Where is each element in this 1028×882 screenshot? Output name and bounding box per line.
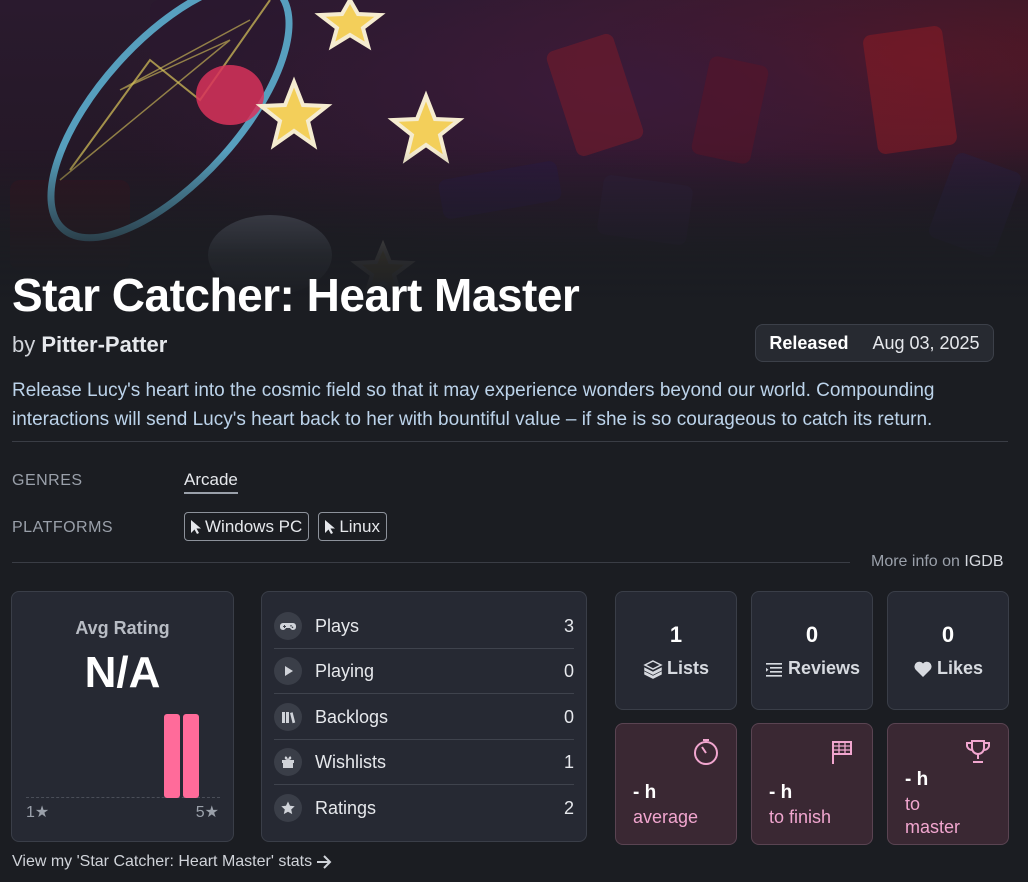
stat-label: Ratings <box>315 797 377 818</box>
genres-label: GENRES <box>12 472 83 489</box>
platform-label: Linux <box>339 516 380 536</box>
gift-icon <box>274 748 302 776</box>
trophy-icon <box>966 740 990 763</box>
stat-label: Playing <box>315 660 375 681</box>
time-average-value: - h <box>633 782 657 803</box>
stat-label: Backlogs <box>315 706 389 727</box>
developer-byline: by Pitter-Patter <box>12 332 167 358</box>
platform-tag-linux[interactable]: Linux <box>318 512 387 541</box>
time-master-label: to master <box>905 794 961 837</box>
avg-rating-value: N/A <box>84 648 161 697</box>
view-stats-text: View my 'Star Catcher: Heart Master' sta… <box>12 853 313 870</box>
igdb-link[interactable]: IGDB <box>964 553 1003 570</box>
flag-icon <box>832 741 852 764</box>
reviews-label: Reviews <box>787 658 861 678</box>
time-finish-value: - h <box>769 782 793 803</box>
lists-count-card[interactable]: 1 Lists <box>615 591 737 710</box>
platforms-label: PLATFORMS <box>12 519 114 536</box>
avg-rating-card: Avg Rating N/A 1★ 5★ <box>11 591 234 842</box>
likes-count: 0 <box>941 622 955 647</box>
time-average-label: average <box>633 807 699 827</box>
more-info-prefix: More info on <box>871 553 960 570</box>
time-master-value: - h <box>905 769 929 790</box>
stat-value: 2 <box>563 797 574 818</box>
star-icon <box>274 794 302 822</box>
rating-max-label: 5★ <box>195 804 219 821</box>
stat-value: 1 <box>563 751 574 772</box>
reviews-count-card[interactable]: 0 Reviews <box>751 591 873 710</box>
stopwatch-icon <box>694 739 718 765</box>
lists-label: Lists <box>666 658 709 678</box>
cursor-icon <box>191 519 201 534</box>
by-label: by <box>12 332 36 357</box>
stat-label: Plays <box>315 615 360 636</box>
heart-icon <box>914 661 932 677</box>
platform-tag-windows-pc[interactable]: Windows PC <box>184 512 310 541</box>
arrow-right-icon <box>317 855 332 869</box>
time-finish-card: - h to finish <box>751 723 873 845</box>
list-lines-icon <box>765 662 782 677</box>
genre-link-arcade[interactable]: Arcade <box>184 470 238 494</box>
hero-banner-image <box>0 0 1028 300</box>
platform-list: Windows PC Linux <box>184 512 387 541</box>
released-label: Released <box>769 332 849 353</box>
divider <box>12 441 1008 442</box>
books-icon <box>274 703 302 731</box>
rating-histogram <box>26 698 220 798</box>
reviews-label-row: Reviews <box>752 658 872 679</box>
stat-label: Wishlists <box>315 751 386 772</box>
rating-bar <box>182 714 199 798</box>
stat-value: 3 <box>563 615 574 636</box>
rating-min-label: 1★ <box>26 804 50 821</box>
rating-bar <box>163 714 180 798</box>
layers-icon <box>643 659 663 679</box>
likes-label: Likes <box>936 658 984 678</box>
likes-label-row: Likes <box>888 658 1008 679</box>
play-stats-card: Plays 3 Playing 0 Backlogs 0 Wishlists 1… <box>261 591 587 842</box>
play-icon <box>274 657 302 685</box>
time-master-card: - h to master <box>887 723 1009 845</box>
stat-row-backlogs[interactable]: Backlogs 0 <box>274 695 574 740</box>
developer-link[interactable]: Pitter-Patter <box>41 332 167 357</box>
release-date-badge: Released Aug 03, 2025 <box>755 324 994 362</box>
stat-row-wishlists[interactable]: Wishlists 1 <box>274 740 574 785</box>
cursor-icon <box>325 519 336 534</box>
likes-count-card[interactable]: 0 Likes <box>887 591 1009 710</box>
reviews-count: 0 <box>805 622 819 647</box>
more-info-link[interactable]: More info on IGDB <box>871 553 1004 571</box>
game-description: Release Lucy's heart into the cosmic fie… <box>12 380 935 430</box>
avg-rating-title: Avg Rating <box>75 618 170 638</box>
release-date-value: Aug 03, 2025 <box>872 332 980 353</box>
divider <box>12 562 850 563</box>
game-title: Star Catcher: Heart Master <box>12 269 580 321</box>
stat-row-plays[interactable]: Plays 3 <box>274 604 574 649</box>
stat-row-playing[interactable]: Playing 0 <box>274 649 574 694</box>
platform-label: Windows PC <box>205 516 303 536</box>
lists-count: 1 <box>669 622 683 647</box>
stat-value: 0 <box>563 660 574 681</box>
lists-label-row: Lists <box>616 658 736 679</box>
gamepad-icon <box>274 612 302 640</box>
time-finish-label: to finish <box>769 807 832 827</box>
view-my-stats-link[interactable]: View my 'Star Catcher: Heart Master' sta… <box>12 853 332 871</box>
stat-value: 0 <box>563 706 574 727</box>
time-average-card: - h average <box>615 723 737 845</box>
stat-row-ratings[interactable]: Ratings 2 <box>274 786 574 830</box>
